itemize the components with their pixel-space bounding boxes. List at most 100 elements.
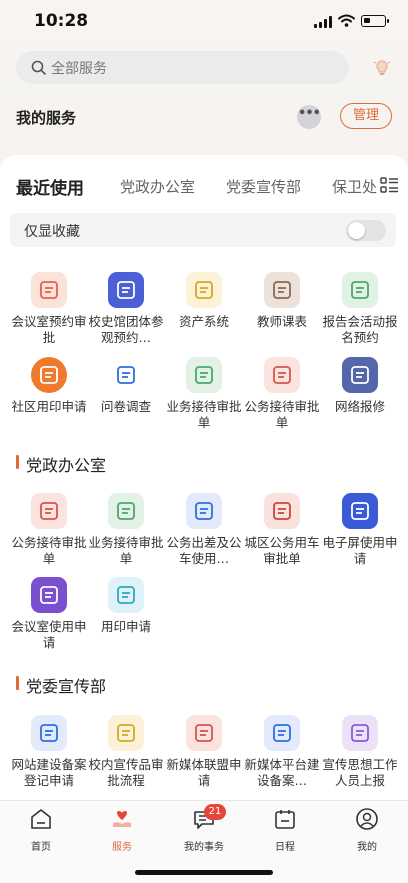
tab-services-label: 服务: [112, 842, 132, 853]
search-input[interactable]: 全部服务: [51, 58, 107, 78]
service-item-label: 报告会活动报名预约: [322, 314, 398, 345]
manage-button[interactable]: 管理: [340, 103, 392, 129]
wifi-icon: [338, 14, 355, 27]
service-item-label: 校内宣传品审批流程: [88, 757, 164, 788]
business-trip-icon: [186, 493, 222, 529]
meeting-room-icon: [31, 272, 67, 308]
report-meeting-icon: [342, 272, 378, 308]
repair-tools-icon: [342, 357, 378, 393]
user-seal-icon: [31, 357, 67, 393]
service-item-label: 问卷调查: [100, 399, 151, 414]
service-item[interactable]: 报告会活动报名预约: [321, 272, 399, 346]
seal-apply-icon: [108, 577, 144, 613]
timetable-icon: [264, 272, 300, 308]
my-services-title: 我的服务: [16, 109, 77, 127]
service-item-label: 社区用印申请: [11, 399, 87, 414]
service-item[interactable]: 公务接待审批单: [10, 493, 88, 567]
service-item-label: 会议室使用申请: [11, 619, 87, 650]
service-item-label: 校史馆团体参观预约…: [88, 314, 164, 345]
service-item-label: 网站建设备案登记申请: [11, 757, 87, 788]
wallet-icon: [186, 272, 222, 308]
home-icon: [31, 809, 51, 829]
tab-recent[interactable]: 最近使用: [16, 174, 84, 199]
service-item-label: 用印申请: [100, 619, 151, 634]
service-item[interactable]: 教师课表: [243, 272, 321, 346]
battery-icon: [361, 15, 389, 27]
service-item-label: 资产系统: [178, 314, 229, 329]
reception-icon: [108, 493, 144, 529]
service-item-label: 新媒体联盟申请: [166, 757, 242, 788]
tab-schedule-label: 日程: [275, 842, 295, 853]
tab-services[interactable]: 服务: [92, 807, 152, 853]
service-item-label: 城区公务用车审批单: [244, 535, 320, 566]
service-item[interactable]: 问卷调查: [87, 357, 165, 431]
tab-home[interactable]: 首页: [11, 807, 71, 853]
service-item[interactable]: 公务出差及公车使用…: [165, 493, 243, 567]
tab-my-affairs[interactable]: 21 我的事务: [174, 804, 234, 853]
new-media-icon: [186, 715, 222, 751]
staff-report-icon: [342, 715, 378, 751]
reception-icon: [186, 357, 222, 393]
section-title-publicity-dept: 党委宣传部: [16, 673, 106, 697]
tab-mine[interactable]: 我的: [337, 807, 397, 853]
service-item[interactable]: 业务接待审批单: [87, 493, 165, 567]
service-item[interactable]: 用印申请: [87, 577, 165, 651]
service-item-label: 公务接待审批单: [244, 399, 320, 430]
service-item-label: 教师课表: [256, 314, 307, 329]
media-platform-icon: [264, 715, 300, 751]
website-filing-icon: [31, 715, 67, 751]
service-item[interactable]: 新媒体联盟申请: [165, 715, 243, 789]
service-item[interactable]: 城区公务用车审批单: [243, 493, 321, 567]
tab-publicity-dept[interactable]: 党委宣传部: [226, 176, 301, 197]
section-title-party-office: 党政办公室: [16, 452, 106, 476]
tab-party-office[interactable]: 党政办公室: [120, 176, 195, 197]
service-item[interactable]: 会议室预约审批: [10, 272, 88, 346]
more-button[interactable]: •••: [297, 105, 321, 129]
calendar-approval-icon: [264, 357, 300, 393]
service-item[interactable]: 社区用印申请: [10, 357, 88, 431]
favorites-only-label: 仅显收藏: [24, 224, 80, 240]
service-item-label: 公务接待审批单: [11, 535, 87, 566]
service-item-label: 会议室预约审批: [11, 314, 87, 345]
lightbulb-icon[interactable]: [371, 56, 393, 78]
profile-icon: [356, 808, 378, 830]
status-time: 10:28: [34, 11, 89, 31]
services-panel: [0, 155, 408, 805]
service-item[interactable]: 网络报修: [321, 357, 399, 431]
service-item[interactable]: 公务接待审批单: [243, 357, 321, 431]
service-item-label: 公务出差及公车使用…: [166, 535, 242, 566]
favorites-only-toggle[interactable]: [346, 220, 386, 241]
tab-mine-label: 我的: [357, 842, 377, 853]
service-item-label: 电子屏使用申请: [322, 535, 398, 566]
service-item-label: 新媒体平台建设备案…: [244, 757, 320, 788]
service-item-label: 网络报修: [334, 399, 385, 414]
status-bar: 10:28: [0, 0, 408, 44]
home-indicator: [135, 870, 273, 875]
favorites-filter-row: 仅显收藏: [10, 213, 396, 247]
search-icon: [31, 60, 46, 75]
service-item[interactable]: 宣传思想工作人员上报: [321, 715, 399, 789]
service-item[interactable]: 业务接待审批单: [165, 357, 243, 431]
service-item-label: 业务接待审批单: [166, 399, 242, 430]
heart-hand-icon: [113, 811, 131, 827]
service-item[interactable]: 会议室使用申请: [10, 577, 88, 651]
tab-my-affairs-label: 我的事务: [184, 842, 224, 853]
service-item[interactable]: 校史馆团体参观预约…: [87, 272, 165, 346]
service-item[interactable]: 网站建设备案登记申请: [10, 715, 88, 789]
room-use-icon: [31, 577, 67, 613]
grid-menu-icon[interactable]: [378, 176, 400, 194]
survey-icon: [108, 357, 144, 393]
tab-schedule[interactable]: 日程: [255, 807, 315, 853]
calendar-icon: [275, 810, 295, 829]
service-item[interactable]: 校内宣传品审批流程: [87, 715, 165, 789]
service-item[interactable]: 电子屏使用申请: [321, 493, 399, 567]
service-item[interactable]: 新媒体平台建设备案…: [243, 715, 321, 789]
museum-visit-icon: [108, 272, 144, 308]
screen-icon: [342, 493, 378, 529]
tab-home-label: 首页: [31, 842, 51, 853]
search-bar[interactable]: 全部服务: [16, 51, 349, 84]
tab-security-dept[interactable]: 保卫处: [332, 176, 378, 197]
service-item[interactable]: 资产系统: [165, 272, 243, 346]
service-item-label: 宣传思想工作人员上报: [322, 757, 398, 788]
billboard-icon: [108, 715, 144, 751]
